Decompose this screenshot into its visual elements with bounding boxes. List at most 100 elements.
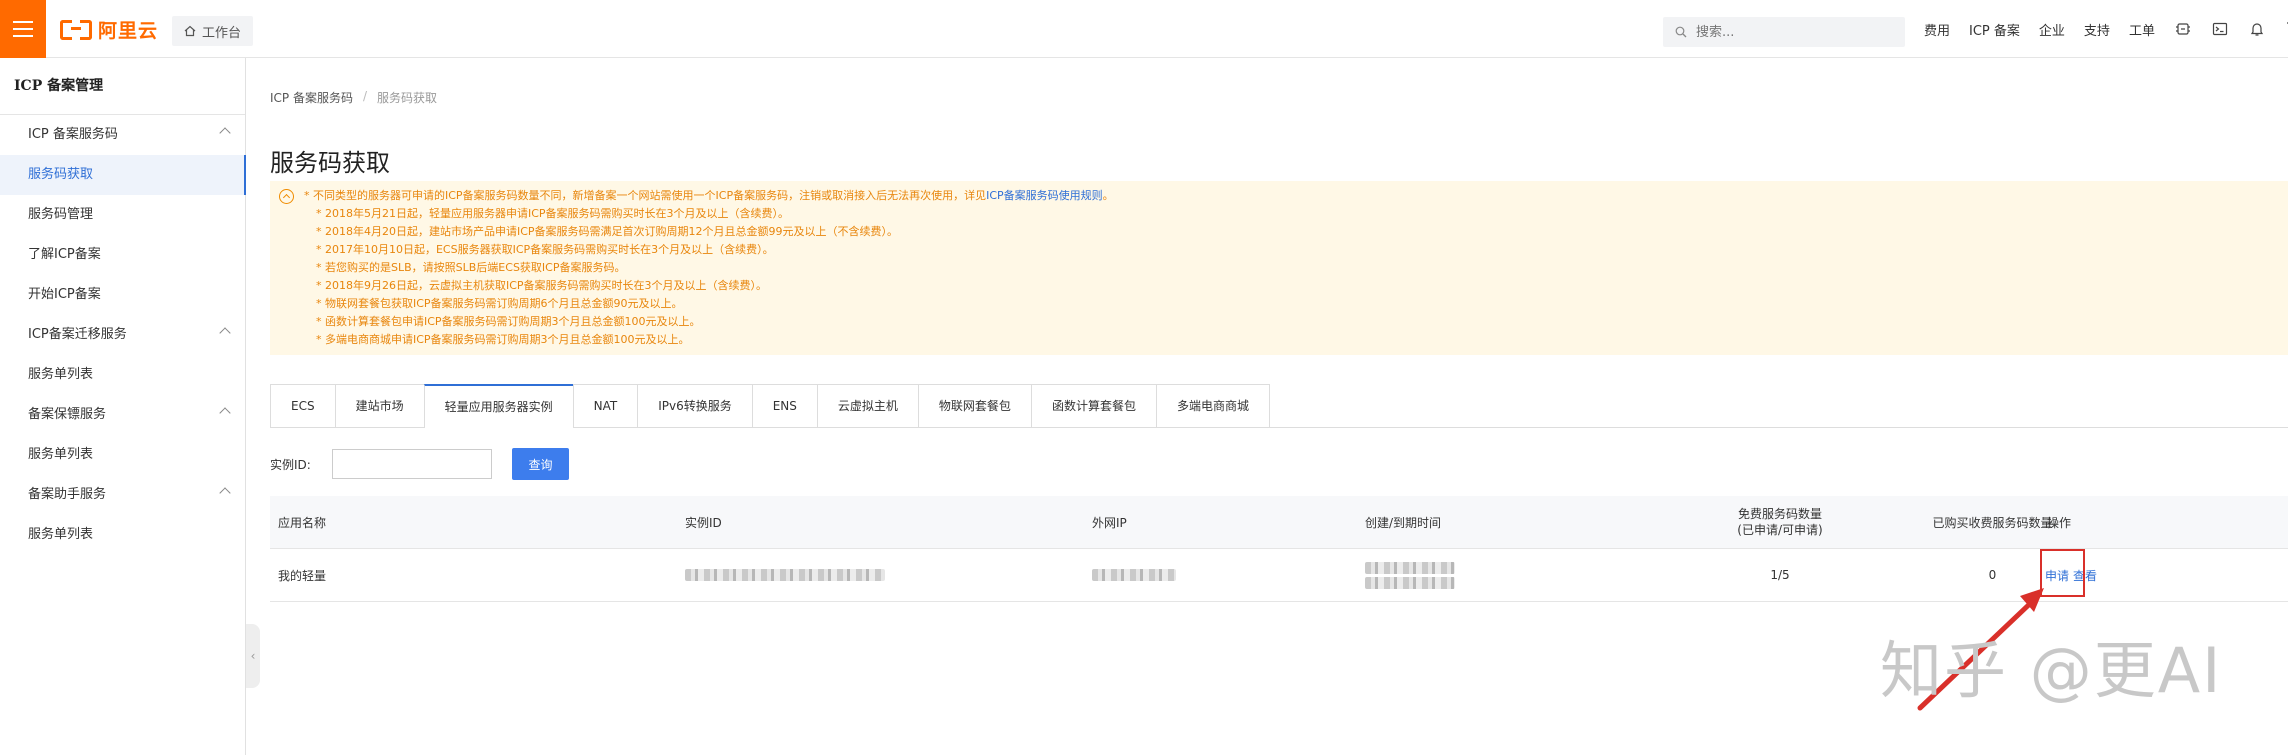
sidebar-item-service-orders-assistant[interactable]: 服务单列表: [0, 515, 245, 555]
notice-line: * 2017年10月10日起，ECS服务器获取ICP备案服务码需购买时长在3个月…: [316, 243, 774, 256]
collapse-up-icon[interactable]: [279, 189, 294, 204]
instance-filter: 实例ID: 查询: [270, 448, 569, 480]
notice-line: * 不同类型的服务器可申请的ICP备案服务码数量不同，新增备案一个网站需使用一个…: [304, 187, 2288, 205]
instance-id-label: 实例ID:: [270, 457, 311, 472]
sidebar-title: ICP 备案管理: [0, 58, 245, 115]
notice-line: * 物联网套餐包获取ICP备案服务码需订购周期6个月且总金额90元及以上。: [316, 297, 683, 310]
aliyun-logo[interactable]: 阿里云: [60, 17, 159, 42]
cell-time-redacted: [1365, 549, 1455, 601]
sidebar-item-learn-icp[interactable]: 了解ICP备案: [0, 235, 245, 275]
bell-icon[interactable]: [2248, 20, 2266, 38]
view-link[interactable]: 查看: [2073, 567, 2097, 584]
tab-ecs[interactable]: ECS: [270, 384, 336, 427]
top-link-icp[interactable]: ICP 备案: [1969, 20, 2020, 39]
sidebar-group-icp-migration[interactable]: ICP备案迁移服务: [0, 315, 245, 355]
header-operation: 操作: [2047, 515, 2072, 530]
notice-line: * 2018年4月20日起，建站市场产品申请ICP备案服务码需满足首次订购周期1…: [316, 225, 899, 238]
search-input[interactable]: [1694, 23, 1898, 41]
tab-website-market[interactable]: 建站市场: [334, 384, 425, 427]
sidebar-item-label: 了解ICP备案: [28, 247, 101, 262]
header-public-ip: 外网IP: [1092, 515, 1127, 530]
aliyun-logo-icon: [60, 20, 92, 40]
notice-line: * 函数计算套餐包申请ICP备案服务码需订购周期3个月且总金额100元及以上。: [316, 315, 701, 328]
sidebar-group-label: ICP 备案服务码: [28, 127, 118, 142]
redacted-text: [685, 569, 885, 581]
tab-iot-package[interactable]: 物联网套餐包: [917, 384, 1032, 427]
sidebar-group-label: ICP备案迁移服务: [28, 327, 127, 342]
redacted-text: [1365, 561, 1455, 574]
sidebar-item-label: 开始ICP备案: [28, 287, 101, 302]
sidebar-group-icp-assistant[interactable]: 备案助手服务: [0, 475, 245, 515]
sidebar-item-start-icp[interactable]: 开始ICP备案: [0, 275, 245, 315]
sidebar-item-label: 服务单列表: [28, 367, 94, 382]
tab-virtual-host[interactable]: 云虚拟主机: [816, 384, 919, 427]
sidebar-item-label: 服务码获取: [28, 167, 94, 182]
sidebar-group-icp-bodyguard[interactable]: 备案保镖服务: [0, 395, 245, 435]
zhihu-watermark: 知乎 @更AI: [1880, 634, 2223, 707]
cell-free-codes: 1/5: [1770, 568, 1790, 582]
chevron-up-icon: [219, 487, 231, 499]
chevron-up-icon: [219, 407, 231, 419]
top-link-enterprise[interactable]: 企业: [2039, 20, 2065, 39]
chevron-up-icon: [219, 327, 231, 339]
redacted-text: [1365, 576, 1455, 589]
tab-ecommerce-mall[interactable]: 多端电商商城: [1155, 384, 1270, 427]
table-header: 应用名称 实例ID 外网IP 创建/到期时间 免费服务码数量 (已申请/可申请)…: [270, 496, 2288, 549]
sidebar-group-label: 备案保镖服务: [28, 407, 107, 422]
home-icon: [184, 25, 196, 37]
breadcrumb-root-link[interactable]: ICP 备案服务码: [270, 89, 353, 106]
tab-function-compute-package[interactable]: 函数计算套餐包: [1030, 384, 1157, 427]
instance-id-input[interactable]: [332, 449, 492, 479]
cell-public-ip-redacted: [1092, 549, 1176, 601]
top-navigation-bar: 阿里云 工作台 费用 ICP 备案 企业 支持 工单: [0, 0, 2288, 58]
header-time: 创建/到期时间: [1365, 515, 1442, 530]
top-link-billing[interactable]: 费用: [1924, 20, 1950, 39]
header-paid-codes: 已购买收费服务码数量: [1932, 515, 2053, 530]
sidebar-item-label: 服务码管理: [28, 207, 94, 222]
sidebar-item-get-service-code[interactable]: 服务码获取: [0, 155, 246, 195]
icp-rules-link[interactable]: ICP备案服务码使用规则: [986, 189, 1103, 202]
tab-nat[interactable]: NAT: [572, 384, 639, 427]
search-icon: [1675, 26, 1687, 38]
sidebar-item-label: 服务单列表: [28, 447, 94, 462]
sidebar: ICP 备案管理 ICP 备案服务码 服务码获取 服务码管理 了解ICP备案 开…: [0, 58, 246, 755]
redacted-text: [1092, 569, 1176, 581]
top-links: 费用 ICP 备案 企业 支持 工单: [1924, 0, 2288, 58]
notice-text: * 不同类型的服务器可申请的ICP备案服务码数量不同，新增备案一个网站需使用一个…: [304, 189, 987, 202]
notice-line: * 2018年5月21日起，轻量应用服务器申请ICP备案服务码需购买时长在3个月…: [316, 207, 790, 220]
cloud-shell-icon[interactable]: [2174, 20, 2192, 38]
notice-line: * 2018年9月26日起，云虚拟主机获取ICP备案服务码需购买时长在3个月及以…: [316, 279, 768, 292]
breadcrumb: ICP 备案服务码 / 服务码获取: [270, 89, 437, 106]
workbench-button[interactable]: 工作台: [172, 16, 254, 46]
tab-lightweight-server[interactable]: 轻量应用服务器实例: [423, 384, 574, 428]
chevron-left-icon: ‹: [250, 649, 256, 663]
query-button[interactable]: 查询: [512, 448, 569, 480]
sidebar-item-service-orders-migration[interactable]: 服务单列表: [0, 355, 245, 395]
product-tabs: ECS 建站市场 轻量应用服务器实例 NAT IPv6转换服务 ENS 云虚拟主…: [270, 384, 2288, 428]
top-link-ticket[interactable]: 工单: [2129, 20, 2155, 39]
cell-instance-id-redacted: [685, 549, 885, 601]
tab-ens[interactable]: ENS: [751, 384, 818, 427]
page-title: 服务码获取: [270, 149, 390, 178]
tab-ipv6-translation[interactable]: IPv6转换服务: [637, 384, 753, 427]
notice-line: * 多端电商商城申请ICP备案服务码需订购周期3个月且总金额100元及以上。: [316, 333, 690, 346]
breadcrumb-current: 服务码获取: [377, 91, 438, 105]
header-free-line2: (已申请/可申请): [1737, 523, 1823, 537]
notice-line: * 若您购买的是SLB，请按照SLB后端ECS获取ICP备案服务码。: [316, 261, 626, 274]
sidebar-item-service-code-management[interactable]: 服务码管理: [0, 195, 245, 235]
search-box[interactable]: [1663, 17, 1905, 47]
sidebar-group-icp-service-code[interactable]: ICP 备案服务码: [0, 115, 245, 155]
header-instance-id: 实例ID: [685, 515, 722, 530]
sidebar-collapse-handle[interactable]: ‹: [246, 624, 260, 688]
logo-text: 阿里云: [98, 19, 159, 42]
sidebar-item-label: 服务单列表: [28, 527, 94, 542]
top-link-support[interactable]: 支持: [2084, 20, 2110, 39]
header-free-codes: 免费服务码数量 (已申请/可申请): [1665, 496, 1895, 548]
workbench-label: 工作台: [202, 25, 242, 41]
chevron-up-icon: [219, 127, 231, 139]
terminal-icon[interactable]: [2211, 20, 2229, 38]
menu-icon[interactable]: [0, 0, 46, 58]
breadcrumb-separator: /: [362, 89, 368, 103]
sidebar-item-service-orders-bodyguard[interactable]: 服务单列表: [0, 435, 245, 475]
sidebar-group-label: 备案助手服务: [28, 487, 107, 502]
